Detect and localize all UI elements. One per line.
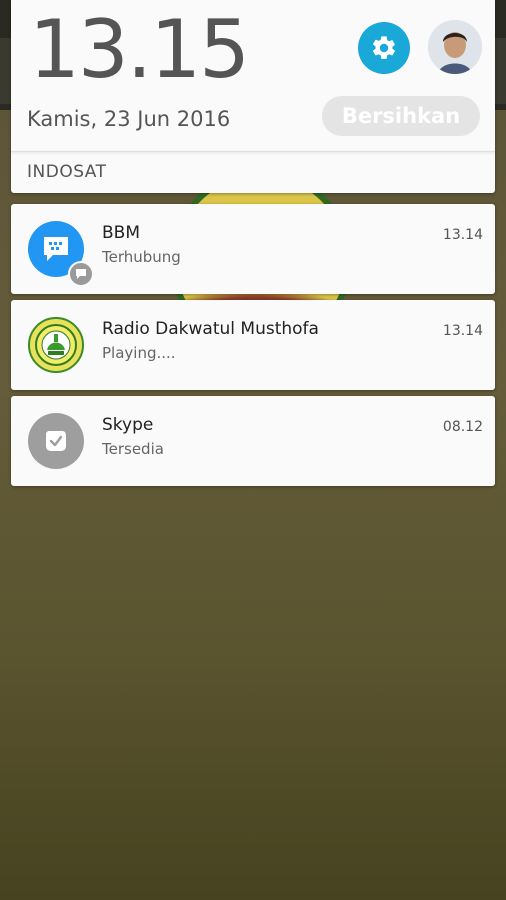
gear-icon <box>373 36 395 59</box>
header-divider <box>11 151 495 152</box>
settings-button[interactable] <box>358 22 410 74</box>
notification-title: Skype <box>102 415 154 435</box>
user-avatar[interactable] <box>428 20 482 74</box>
clock-time: 13.15 <box>29 3 250 96</box>
notification-text: Playing.... <box>102 344 176 362</box>
bbm-app-icon <box>28 221 94 287</box>
notification-header: 13.15 Kamis, 23 Jun 2016 Bersihkan INDOS… <box>11 0 495 193</box>
skype-icon <box>46 431 66 451</box>
bbm-chat-icon <box>44 237 68 261</box>
message-badge-icon <box>76 269 86 279</box>
avatar-photo-icon <box>428 20 482 74</box>
notification-text: Terhubung <box>102 248 181 266</box>
notification-title: BBM <box>102 223 140 243</box>
date-label: Kamis, 23 Jun 2016 <box>27 107 231 131</box>
radio-app-icon <box>28 317 84 373</box>
notification-skype[interactable]: Skype Tersedia 08.12 <box>11 396 495 486</box>
notification-radio[interactable]: Radio Dakwatul Musthofa Playing.... 13.1… <box>11 300 495 390</box>
notification-time: 13.14 <box>442 227 483 243</box>
carrier-label: INDOSAT <box>27 162 107 182</box>
notification-time: 08.12 <box>442 419 483 435</box>
notification-text: Tersedia <box>102 440 164 458</box>
radio-logo-icon <box>35 324 77 366</box>
notification-title: Radio Dakwatul Musthofa <box>102 319 319 339</box>
notification-time: 13.14 <box>442 323 483 339</box>
bbm-message-badge <box>68 261 94 287</box>
skype-app-icon <box>28 413 84 469</box>
notification-bbm[interactable]: BBM Terhubung 13.14 <box>11 204 495 294</box>
clear-all-button[interactable]: Bersihkan <box>322 96 480 136</box>
